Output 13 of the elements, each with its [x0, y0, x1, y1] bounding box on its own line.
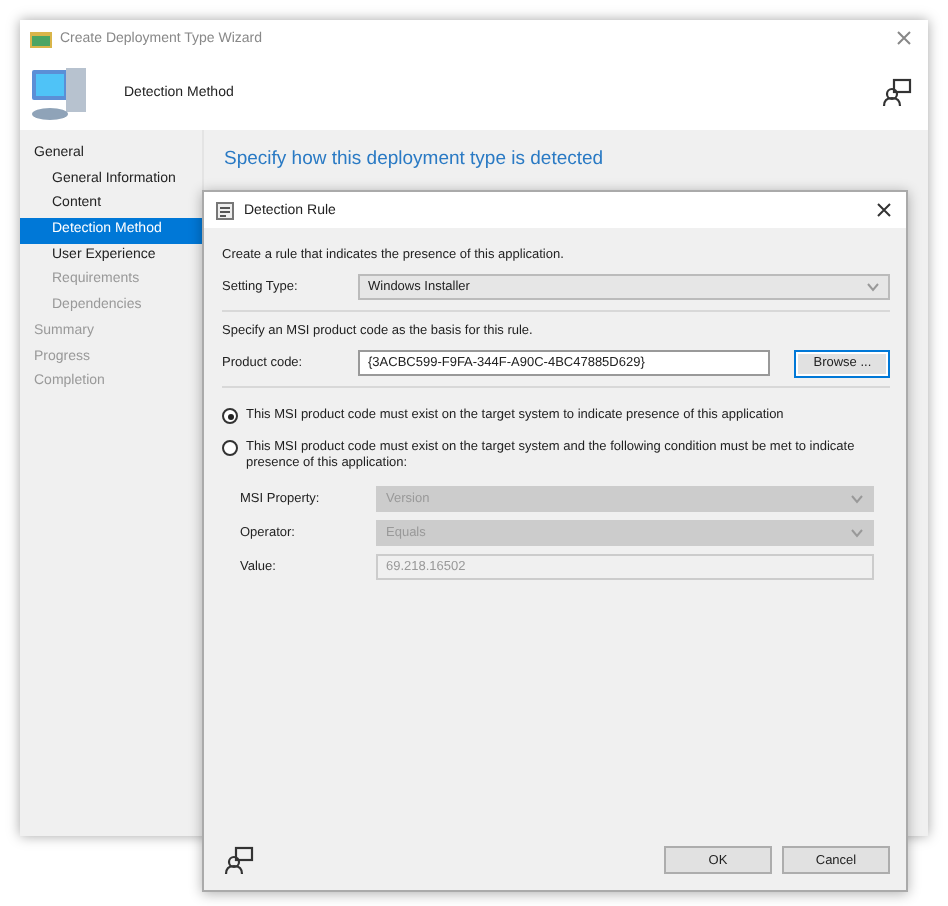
close-icon — [896, 30, 912, 46]
chevron-icon — [850, 493, 864, 503]
chevron-icon — [850, 527, 864, 537]
radio-button[interactable] — [222, 439, 238, 455]
section-heading: Specify how this deployment type is detected — [224, 148, 606, 170]
feedback-icon — [882, 78, 912, 108]
close-icon — [876, 202, 892, 218]
feedback-icon — [224, 845, 254, 875]
computer-icon — [30, 63, 90, 123]
chevron-icon — [866, 282, 880, 292]
form-icon — [216, 201, 234, 219]
folder-icon — [30, 29, 52, 47]
radio-button[interactable] — [222, 408, 238, 424]
